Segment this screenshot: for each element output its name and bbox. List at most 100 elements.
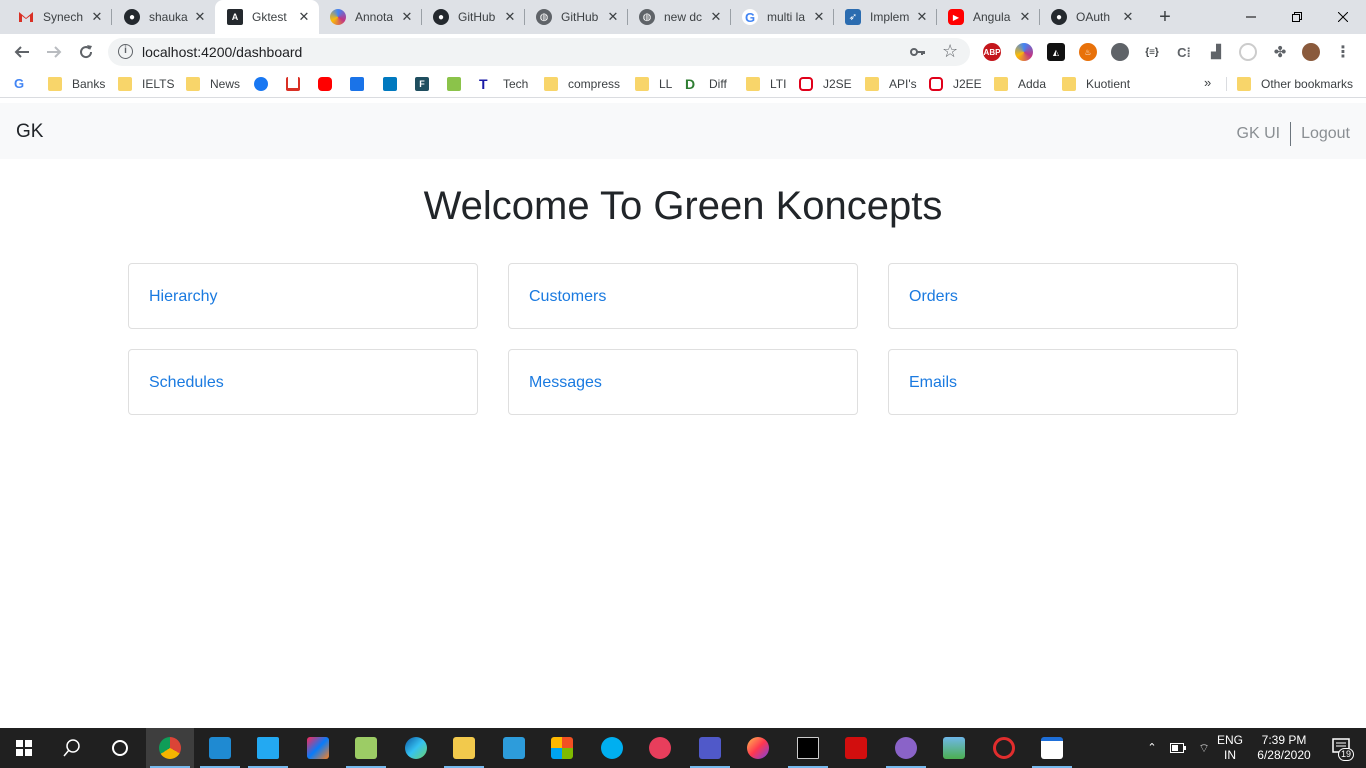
adblock-icon[interactable]: ABP — [983, 43, 1001, 61]
annotation-extension-icon[interactable] — [1015, 43, 1033, 61]
dashboard-card-schedules[interactable]: Schedules — [128, 349, 478, 415]
bookmark-f-app[interactable]: F — [415, 75, 429, 93]
reload-button[interactable] — [74, 40, 98, 64]
close-icon[interactable]: ✕ — [90, 10, 104, 24]
start-button[interactable] — [0, 728, 48, 768]
firefox-icon[interactable] — [734, 728, 782, 768]
bookmark-folder[interactable]: compress — [544, 75, 620, 93]
bookmark-folder[interactable]: IELTS — [118, 75, 174, 93]
fire-extension-icon[interactable]: ♨ — [1079, 43, 1097, 61]
close-window-button[interactable] — [1320, 0, 1366, 34]
close-icon[interactable]: ✕ — [915, 10, 929, 24]
wifi-icon[interactable]: ⌔ — [1194, 728, 1214, 768]
close-icon[interactable]: ✕ — [297, 10, 311, 24]
dashboard-card-emails[interactable]: Emails — [888, 349, 1238, 415]
browser-tab[interactable]: ◍ GitHub ✕ — [525, 0, 628, 34]
bookmark-folder[interactable]: LL — [635, 75, 672, 93]
skype-icon[interactable] — [588, 728, 636, 768]
address-bar[interactable]: i localhost:4200/dashboard ☆ — [108, 38, 970, 66]
profile-avatar[interactable] — [1302, 43, 1320, 61]
bookmark-folder[interactable]: Adda — [994, 75, 1046, 93]
circle-extension-icon[interactable] — [1111, 43, 1129, 61]
browser-tab-active[interactable]: A Gktest ✕ — [215, 0, 319, 34]
vscode-icon[interactable] — [244, 728, 292, 768]
browser-tab[interactable]: Annota ✕ — [319, 0, 422, 34]
close-icon[interactable]: ✕ — [606, 10, 620, 24]
restore-button[interactable] — [1274, 0, 1320, 34]
media-player-icon[interactable] — [636, 728, 684, 768]
chart-extension-icon[interactable]: ▟ — [1207, 43, 1225, 61]
swirl-app-icon[interactable] — [980, 728, 1028, 768]
browser-tab[interactable]: ➶ Implem ✕ — [834, 0, 937, 34]
bookmark-diff[interactable]: D Diff — [685, 75, 727, 93]
close-icon[interactable]: ✕ — [709, 10, 723, 24]
logout-link[interactable]: Logout — [1301, 125, 1350, 143]
bookmark-folder[interactable]: LTI — [746, 75, 786, 93]
battery-icon[interactable] — [1168, 728, 1188, 768]
search-icon[interactable] — [48, 728, 96, 768]
cortana-icon[interactable] — [96, 728, 144, 768]
dashboard-card-orders[interactable]: Orders — [888, 263, 1238, 329]
code-extension-icon[interactable]: C⁞ — [1175, 43, 1193, 61]
bookmark-google[interactable]: G — [14, 75, 28, 93]
brand-logo[interactable]: GK — [16, 121, 43, 143]
bookmark-gmail[interactable] — [286, 75, 300, 93]
store-icon[interactable] — [538, 728, 586, 768]
pdf-extension-icon[interactable]: ◭ — [1047, 43, 1065, 61]
close-icon[interactable]: ✕ — [193, 10, 207, 24]
nav-gk-ui-link[interactable]: GK UI — [1237, 125, 1281, 143]
cat-app-icon[interactable] — [882, 728, 930, 768]
bookmark-folder[interactable]: API's — [865, 75, 917, 93]
info-icon[interactable]: i — [118, 44, 133, 59]
more-bookmarks-chevron[interactable]: » — [1204, 75, 1211, 90]
close-icon[interactable]: ✕ — [812, 10, 826, 24]
minimize-button[interactable] — [1228, 0, 1274, 34]
menu-dots-icon[interactable]: ⋮ — [1334, 43, 1352, 61]
bookmark-trello[interactable] — [383, 75, 397, 93]
clock[interactable]: 7:39 PM 6/28/2020 — [1248, 728, 1320, 768]
window-app-icon[interactable] — [1028, 728, 1076, 768]
key-icon[interactable] — [910, 44, 926, 60]
browser-tab[interactable]: Synech ✕ — [0, 0, 112, 34]
dashboard-card-hierarchy[interactable]: Hierarchy — [128, 263, 478, 329]
remote-icon[interactable] — [490, 728, 538, 768]
browser-tab[interactable]: ● shauka ✕ — [112, 0, 215, 34]
intellij-icon[interactable] — [294, 728, 342, 768]
bookmark-chart[interactable] — [447, 75, 461, 93]
card-link[interactable]: Customers — [529, 288, 606, 306]
other-bookmarks[interactable]: Other bookmarks — [1237, 75, 1353, 93]
close-icon[interactable]: ✕ — [503, 10, 517, 24]
json-extension-icon[interactable]: {≡} — [1143, 43, 1161, 61]
file-explorer-icon[interactable] — [440, 728, 488, 768]
card-link[interactable]: Orders — [909, 288, 958, 306]
new-tab-button[interactable]: + — [1154, 6, 1176, 28]
notepad-plus-icon[interactable] — [342, 728, 390, 768]
bookmark-oracle[interactable]: J2EE — [929, 75, 982, 93]
card-link[interactable]: Emails — [909, 374, 957, 392]
notification-center-icon[interactable]: 19 — [1322, 728, 1362, 768]
bookmark-facebook[interactable] — [254, 75, 268, 93]
language-indicator[interactable]: ENG IN — [1214, 728, 1246, 768]
bookmark-folder[interactable]: Kuotient — [1062, 75, 1130, 93]
bookmark-pocket[interactable] — [350, 75, 364, 93]
edge-icon[interactable] — [392, 728, 440, 768]
extensions-puzzle-icon[interactable]: ✤ — [1271, 43, 1289, 61]
card-link[interactable]: Messages — [529, 374, 602, 392]
vscode-insiders-icon[interactable] — [196, 728, 244, 768]
browser-tab[interactable]: ◍ new dc ✕ — [628, 0, 731, 34]
back-button[interactable] — [10, 40, 34, 64]
bookmark-folder[interactable]: News — [186, 75, 240, 93]
chrome-taskbar-icon[interactable] — [146, 728, 194, 768]
card-link[interactable]: Hierarchy — [149, 288, 217, 306]
dashboard-card-customers[interactable]: Customers — [508, 263, 858, 329]
bookmark-oracle[interactable]: J2SE — [799, 75, 852, 93]
show-hidden-icons-chevron[interactable]: ⌃ — [1142, 728, 1162, 768]
photos-icon[interactable] — [930, 728, 978, 768]
bookmark-star-icon[interactable]: ☆ — [942, 41, 958, 62]
browser-tab[interactable]: ▶ Angula ✕ — [937, 0, 1040, 34]
close-icon[interactable]: ✕ — [1018, 10, 1032, 24]
browser-tab[interactable]: G multi la ✕ — [731, 0, 834, 34]
teams-icon[interactable] — [686, 728, 734, 768]
close-icon[interactable]: ✕ — [1121, 10, 1135, 24]
dashboard-card-messages[interactable]: Messages — [508, 349, 858, 415]
